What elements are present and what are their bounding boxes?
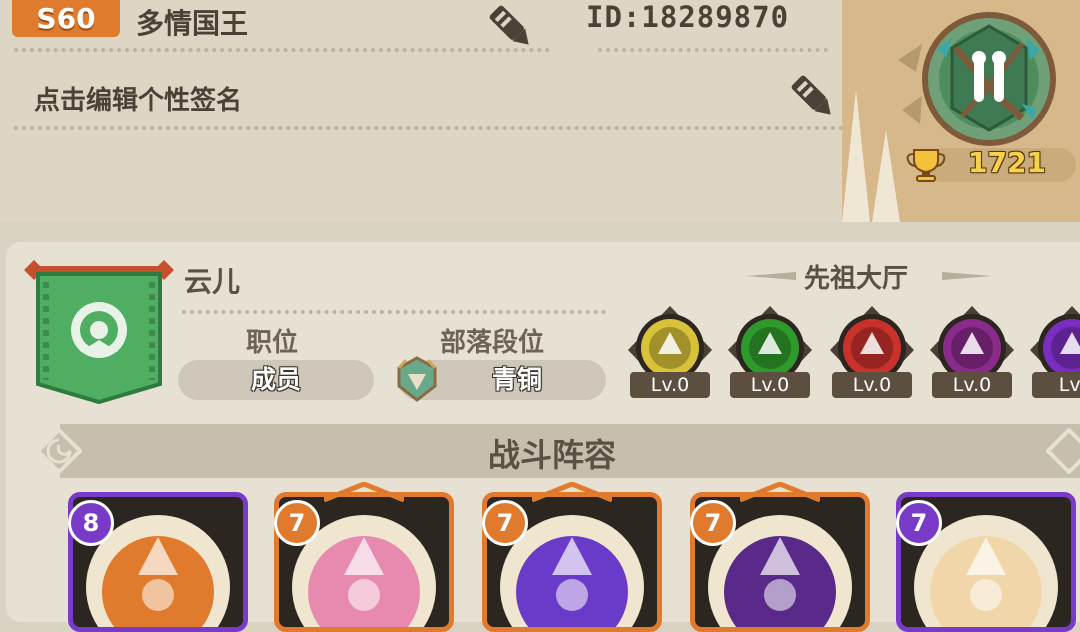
lineup-left-ornament [36, 428, 82, 474]
rank-emblem-icon[interactable] [918, 8, 1060, 150]
hero-star-badge: 8 [68, 500, 114, 546]
divider [14, 126, 844, 130]
player-level-badge: S60 [12, 0, 120, 37]
divider [598, 48, 828, 52]
position-value: 成员 [178, 360, 374, 400]
ancestor-level-label: Lv. [1032, 372, 1080, 398]
trophy-icon [906, 149, 946, 182]
ancestor-level-label: Lv.0 [832, 372, 912, 398]
hero-star-badge: 7 [482, 500, 528, 546]
lineup-right-ornament [1046, 428, 1080, 474]
edit-signature-icon[interactable] [786, 70, 840, 124]
battle-lineup-title: 战斗阵容 [488, 436, 617, 474]
tribe-tier-label: 部落段位 [440, 328, 545, 358]
hero-star-badge: 7 [690, 500, 736, 546]
hero-frame-ornament [740, 482, 820, 502]
hero-frame-ornament [324, 482, 404, 502]
hall-title-right-ornament [942, 272, 992, 280]
ancestor-level-label: Lv.0 [630, 372, 710, 398]
hero-star-badge: 7 [896, 500, 942, 546]
divider [182, 310, 606, 314]
ancestor-level-label: Lv.0 [730, 372, 810, 398]
hero-star-badge: 7 [274, 500, 320, 546]
clan-banner-icon[interactable] [24, 256, 174, 406]
player-name: 多情国王 [136, 7, 249, 40]
hero-frame-ornament [532, 482, 612, 502]
signature-text[interactable]: 点击编辑个性签名 [34, 80, 242, 117]
ancestor-hall-title: 先祖大厅 [804, 264, 909, 294]
clan-member-name: 云儿 [184, 265, 241, 298]
bronze-tier-icon [397, 356, 437, 402]
trophy-count: 1721 [968, 146, 1046, 179]
divider [14, 48, 550, 52]
edit-name-icon[interactable] [484, 0, 538, 54]
player-id: ID:18289870 [586, 0, 790, 34]
ancestor-level-label: Lv.0 [932, 372, 1012, 398]
hall-title-left-ornament [746, 272, 796, 280]
position-label: 职位 [246, 328, 299, 358]
